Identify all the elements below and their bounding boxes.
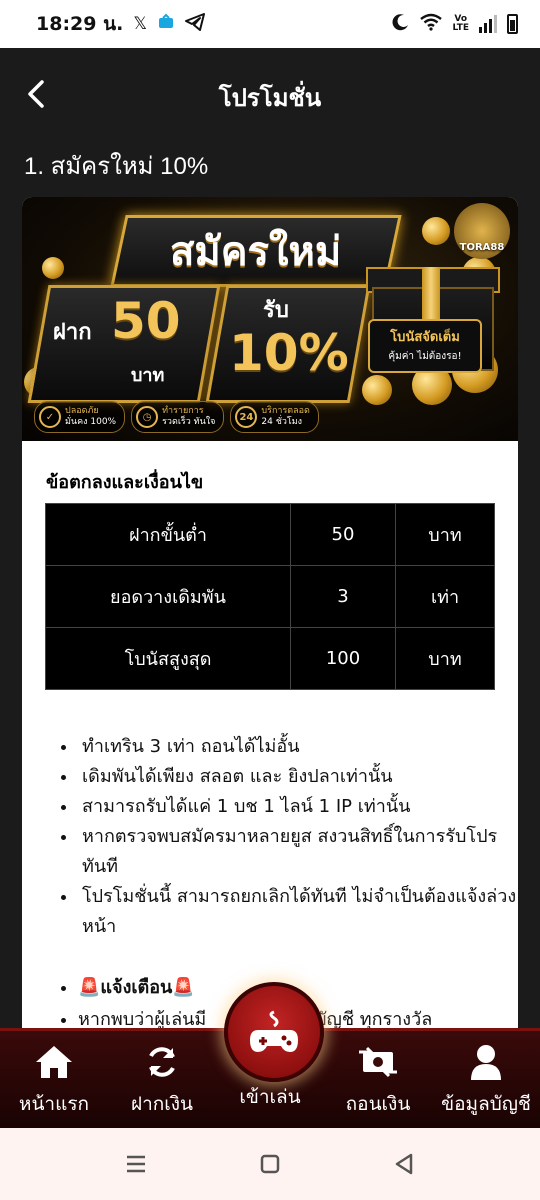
user-icon (432, 1041, 540, 1083)
nav-account[interactable]: ข้อมูลบัญชี (432, 1041, 540, 1119)
status-bar: 18:29 น. 𝕏 Vo LTE (0, 0, 540, 48)
gift-tag-line2: คุ้มค่า ไม่ต้องรอ! (388, 351, 462, 362)
promo-card: สมัครใหม่ TORA88 ฝาก 50 บาท รับ 10% โบนั… (22, 197, 518, 1037)
deposit-panel: ฝาก 50 บาท (27, 285, 221, 403)
gift-tag: โบนัสจัดเต็ม คุ้มค่า ไม่ต้องรอ! (368, 319, 482, 373)
24-hours-icon: 24 (235, 406, 258, 428)
feature-line1: ปลอดภัย (65, 406, 99, 416)
do-not-disturb-icon (392, 13, 410, 35)
feature-line1: บริการตลอด (261, 406, 310, 416)
volte-bottom: LTE (452, 23, 469, 33)
triangle-back-icon (395, 1153, 413, 1175)
deposit-label: ฝาก (53, 320, 92, 345)
list-item: เดิมพันได้เพียง สลอต และ ยิงปลาเท่านั้น (78, 762, 518, 792)
gift-tag-line1: โบนัสจัดเต็ม (390, 330, 460, 345)
wifi-icon (420, 13, 443, 35)
play-label: เข้าเล่น (239, 1086, 301, 1108)
back-system-button[interactable] (390, 1150, 418, 1178)
gamepad-icon (250, 1010, 298, 1052)
list-item: หากตรวจพบสมัครมาหลายยูส สงวนสิทธิ์ในการร… (78, 822, 518, 882)
feature-fast: ◷ ทำรายการ รวดเร็ว ทันใจ (131, 401, 225, 433)
nav-deposit[interactable]: ฝากเงิน (108, 1041, 216, 1119)
nav-account-label: ข้อมูลบัญชี (441, 1093, 531, 1115)
refresh-icon (108, 1041, 216, 1083)
term-value: 100 (290, 627, 396, 690)
status-time: 18:29 น. (36, 13, 124, 35)
term-value: 3 (290, 565, 396, 628)
banner-title-text: สมัครใหม่ (170, 229, 342, 275)
table-row: ยอดวางเดิมพัน 3 เท่า (45, 565, 495, 628)
terms-title: ข้อตกลงและเงื่อนไข (46, 472, 204, 493)
feature-line2: มั่นคง 100% (65, 417, 117, 427)
deposit-amount: 50 (111, 292, 181, 350)
home-system-button[interactable] (256, 1150, 284, 1178)
recent-apps-button[interactable] (122, 1150, 150, 1178)
telegram-icon (185, 12, 206, 36)
term-unit: บาท (395, 627, 495, 690)
siren-icon: 🚨 (78, 977, 101, 998)
warning-text: หากพบว่าผู้เล่นมี (78, 1009, 207, 1030)
volte-indicator: Vo LTE (452, 15, 469, 33)
term-label: ยอดวางเดิมพัน (45, 565, 291, 628)
x-app-icon: 𝕏 (133, 14, 148, 34)
receive-label: รับ (263, 298, 289, 323)
app-header: โปรโมชั่น (0, 48, 540, 140)
term-value: 50 (290, 503, 396, 566)
menu-lines-icon (127, 1155, 145, 1173)
promo-heading: 1. สมัครใหม่ 10% (24, 153, 209, 180)
rules-list: ทำเทริน 3 เท่า ถอนได้ไม่อั้น เดิมพันได้เ… (52, 732, 518, 942)
siren-icon: 🚨 (172, 977, 195, 998)
system-nav-bar (0, 1128, 540, 1200)
banner-features: ✓ ปลอดภัย มั่นคง 100% ◷ ทำรายการ รวดเร็ว ท… (34, 397, 498, 437)
promo-banner-image: สมัครใหม่ TORA88 ฝาก 50 บาท รับ 10% โบนั… (22, 197, 518, 441)
square-icon (260, 1154, 280, 1174)
play-button[interactable] (224, 982, 324, 1082)
warning-title: แจ้งเตือน (100, 977, 173, 998)
nav-deposit-label: ฝากเงิน (130, 1093, 194, 1115)
feature-line1: ทำรายการ (162, 406, 204, 416)
home-icon (0, 1041, 108, 1083)
clock-icon: ◷ (136, 406, 159, 428)
nav-withdraw[interactable]: ถอนเงิน (324, 1041, 432, 1119)
table-row: โบนัสสูงสุด 100 บาท (45, 627, 495, 690)
shield-icon: ✓ (39, 406, 61, 428)
list-item: ทำเทริน 3 เท่า ถอนได้ไม่อั้น (78, 732, 518, 762)
brand-logo-text: TORA88 (459, 242, 505, 253)
feature-line2: 24 ชั่วโมง (261, 417, 303, 427)
battery-icon (507, 14, 518, 34)
deposit-unit: บาท (131, 365, 165, 386)
nav-home[interactable]: หน้าแรก (0, 1041, 108, 1119)
nav-home-label: หน้าแรก (18, 1093, 90, 1115)
warning-text-tail: งบัญชี ทุกรางวัล (306, 1009, 433, 1030)
table-row: ฝากขั้นต่ำ 50 บาท (45, 503, 495, 566)
term-unit: บาท (395, 503, 495, 566)
money-exchange-icon (324, 1041, 432, 1083)
term-label: ฝากขั้นต่ำ (45, 503, 291, 566)
brand-logo: TORA88 (454, 203, 510, 259)
feature-safe: ✓ ปลอดภัย มั่นคง 100% (34, 401, 126, 433)
feature-24h: 24 บริการตลอด 24 ชั่วโมง (230, 401, 319, 433)
page-title: โปรโมชั่น (218, 84, 322, 112)
nav-withdraw-label: ถอนเงิน (345, 1093, 411, 1115)
term-label: โบนัสสูงสุด (45, 627, 291, 690)
feature-line2: รวดเร็ว ทันใจ (162, 417, 216, 427)
banner-title: สมัครใหม่ (110, 215, 402, 287)
list-item: โปรโมชั่นนี้ สามารถยกเลิกได้ทันที ไม่จำเ… (78, 882, 518, 942)
coin-decoration (42, 257, 64, 279)
terms-table: ฝากขั้นต่ำ 50 บาท ยอดวางเดิมพัน 3 เท่า โ… (45, 503, 495, 690)
notification-app-icon (157, 13, 175, 36)
term-unit: เท่า (395, 565, 495, 628)
list-item: สามารถรับได้แค่ 1 บช 1 ไลน์ 1 IP เท่านั้… (78, 792, 518, 822)
coin-decoration (422, 217, 450, 245)
receive-percent: 10% (229, 324, 349, 382)
signal-strength-icon (479, 15, 497, 33)
receive-panel: รับ 10% (205, 285, 371, 403)
